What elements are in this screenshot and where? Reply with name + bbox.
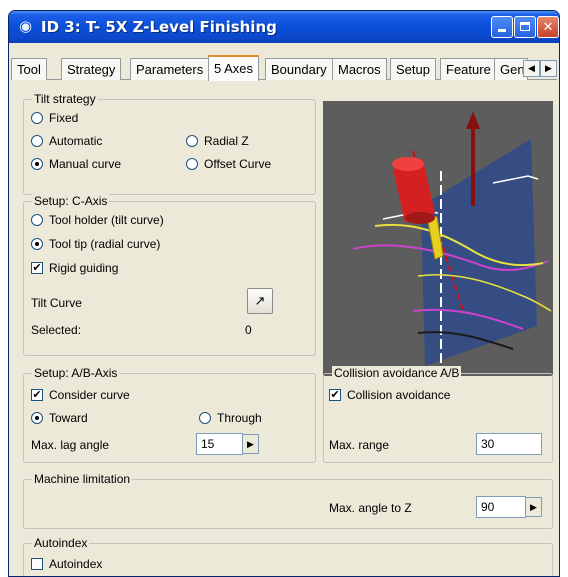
tab-boundary[interactable]: Boundary xyxy=(265,58,333,80)
max-angle-to-z-spin-button[interactable]: ▶ xyxy=(525,497,542,517)
max-lag-angle-spin-button[interactable]: ▶ xyxy=(242,434,259,454)
arrow-right-icon: ▶ xyxy=(247,439,254,449)
radio-indicator xyxy=(31,112,43,124)
radio-manual-curve-label: Manual curve xyxy=(49,157,122,171)
max-range-label: Max. range xyxy=(329,438,390,452)
title-bar[interactable]: ◉ ID 3: T- 5X Z-Level Finishing ✕ xyxy=(9,11,559,43)
radio-through[interactable]: Through xyxy=(199,411,262,425)
selected-label: Selected: xyxy=(31,323,82,337)
machine-limitation-legend: Machine limitation xyxy=(32,472,133,486)
close-button[interactable]: ✕ xyxy=(537,16,559,38)
radio-toward-label: Toward xyxy=(49,411,88,425)
checkbox-rigid-guiding[interactable]: ✔ Rigid guiding xyxy=(31,261,118,275)
radio-radial-z[interactable]: Radial Z xyxy=(186,134,249,148)
radio-indicator xyxy=(199,412,211,424)
app-icon: ◉ xyxy=(19,18,33,35)
tab-setup[interactable]: Setup xyxy=(390,58,436,80)
autoindex-group: Autoindex xyxy=(23,536,553,576)
tab-5-axes[interactable]: 5 Axes xyxy=(208,55,260,81)
window-title: ID 3: T- 5X Z-Level Finishing xyxy=(41,18,277,36)
tool-preview-image xyxy=(323,101,553,376)
radio-manual-curve[interactable]: Manual curve xyxy=(31,157,121,171)
radio-tool-holder[interactable]: Tool holder (tilt curve) xyxy=(31,213,164,227)
setup-ab-axis-legend: Setup: A/B-Axis xyxy=(32,366,120,380)
maximize-icon xyxy=(520,22,530,31)
tab-scroll-right-button[interactable]: ▶ xyxy=(540,60,557,77)
max-angle-to-z-input[interactable]: 90 xyxy=(476,496,526,518)
radio-indicator-selected xyxy=(31,158,43,170)
radio-indicator xyxy=(186,135,198,147)
radio-tool-tip-label: Tool tip (radial curve) xyxy=(49,237,161,251)
radio-toward[interactable]: Toward xyxy=(31,411,88,425)
radio-fixed[interactable]: Fixed xyxy=(31,111,78,125)
radio-indicator xyxy=(186,158,198,170)
radio-offset-curve-label: Offset Curve xyxy=(204,157,272,171)
radio-indicator xyxy=(31,214,43,226)
radio-automatic[interactable]: Automatic xyxy=(31,134,102,148)
radio-tool-tip[interactable]: Tool tip (radial curve) xyxy=(31,237,160,251)
autoindex-label: Autoindex xyxy=(49,557,103,571)
tab-tool[interactable]: Tool xyxy=(11,58,47,80)
radio-offset-curve[interactable]: Offset Curve xyxy=(186,157,271,171)
pick-tilt-curve-button[interactable]: ↗ xyxy=(247,288,273,314)
setup-c-axis-legend: Setup: C-Axis xyxy=(32,194,110,208)
check-icon: ✔ xyxy=(329,389,341,401)
collision-avoidance-legend: Collision avoidance A/B xyxy=(332,366,462,380)
arrow-left-icon: ◀ xyxy=(528,63,535,73)
close-icon: ✕ xyxy=(542,19,554,34)
collision-avoidance-label: Collision avoidance xyxy=(347,388,451,402)
minimize-button[interactable] xyxy=(491,16,513,38)
selected-count: 0 xyxy=(245,323,252,337)
rigid-guiding-label: Rigid guiding xyxy=(49,261,119,275)
consider-curve-label: Consider curve xyxy=(49,388,130,402)
minimize-icon xyxy=(498,29,506,32)
radio-indicator-selected xyxy=(31,412,43,424)
radio-tool-holder-label: Tool holder (tilt curve) xyxy=(49,213,164,227)
check-icon: ✔ xyxy=(31,262,43,274)
radio-fixed-label: Fixed xyxy=(49,111,79,125)
radio-indicator-selected xyxy=(31,238,43,250)
radio-indicator xyxy=(31,135,43,147)
maximize-button[interactable] xyxy=(514,16,536,38)
arrow-right-icon: ▶ xyxy=(530,502,537,512)
max-range-input[interactable]: 30 xyxy=(476,433,542,455)
radio-through-label: Through xyxy=(217,411,262,425)
max-lag-angle-input[interactable]: 15 xyxy=(196,433,243,455)
radio-automatic-label: Automatic xyxy=(49,134,103,148)
checkbox-autoindex[interactable]: Autoindex xyxy=(31,557,102,571)
tilt-curve-label: Tilt Curve xyxy=(31,296,82,310)
check-icon: ✔ xyxy=(31,389,43,401)
tab-scroll-left-button[interactable]: ◀ xyxy=(523,60,540,77)
tab-parameters[interactable]: Parameters xyxy=(130,58,210,80)
curve-pick-icon: ↗ xyxy=(254,293,266,308)
max-angle-to-z-label: Max. angle to Z xyxy=(329,501,412,515)
checkbox-consider-curve[interactable]: ✔ Consider curve xyxy=(31,388,130,402)
max-lag-angle-label: Max. lag angle xyxy=(31,438,110,452)
tab-macros[interactable]: Macros xyxy=(332,58,387,80)
autoindex-legend: Autoindex xyxy=(32,536,90,550)
checkbox-box xyxy=(31,558,43,570)
radio-radial-z-label: Radial Z xyxy=(204,134,249,148)
tab-feature[interactable]: Feature xyxy=(440,58,497,80)
dialog-window: ◉ ID 3: T- 5X Z-Level Finishing ✕ Tool S… xyxy=(8,10,560,577)
checkbox-collision-avoidance[interactable]: ✔ Collision avoidance xyxy=(329,388,450,402)
tool-preview-drawing xyxy=(352,111,552,371)
tab-strategy[interactable]: Strategy xyxy=(61,58,122,80)
arrow-right-icon: ▶ xyxy=(545,63,552,73)
tilt-strategy-legend: Tilt strategy xyxy=(32,92,98,106)
machine-limitation-group: Machine limitation xyxy=(23,472,553,529)
